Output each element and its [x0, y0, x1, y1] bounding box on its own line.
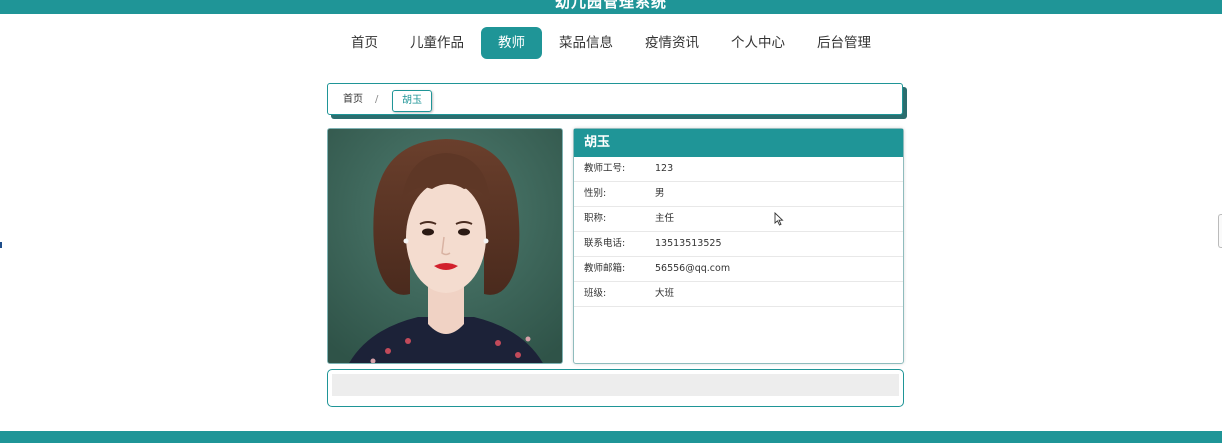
site-title: 幼儿园管理系统 [554, 0, 667, 11]
breadcrumb-home-link[interactable]: 首页 [343, 84, 363, 116]
info-value: 123 [655, 163, 674, 174]
nav-item-menu-info[interactable]: 菜品信息 [544, 27, 628, 59]
teacher-name-heading: 胡玉 [574, 129, 903, 157]
teacher-photo [327, 128, 563, 364]
info-row-class: 班级: 大班 [574, 282, 903, 307]
info-value: 男 [655, 188, 665, 199]
info-row-teacher-id: 教师工号: 123 [574, 157, 903, 182]
detail-content-box [327, 369, 904, 407]
info-label: 职称: [584, 213, 607, 224]
mouse-pointer-icon [774, 212, 784, 226]
nav-item-personal-center[interactable]: 个人中心 [716, 27, 800, 59]
nav-item-epidemic-news[interactable]: 疫情资讯 [630, 27, 714, 59]
info-row-phone: 联系电话: 13513513525 [574, 232, 903, 257]
footer-bar [0, 431, 1222, 443]
main-nav: 首页 儿童作品 教师 菜品信息 疫情资讯 个人中心 后台管理 [0, 27, 1222, 59]
info-label: 教师工号: [584, 163, 626, 174]
info-row-title: 职称: 主任 [574, 207, 903, 232]
info-row-gender: 性别: 男 [574, 182, 903, 207]
scroll-handle[interactable] [1218, 214, 1222, 248]
info-value: 大班 [655, 288, 675, 299]
teacher-portrait-image [328, 129, 562, 363]
nav-item-home[interactable]: 首页 [336, 27, 393, 59]
breadcrumb-separator: / [375, 94, 379, 105]
breadcrumb-current: 胡玉 [392, 90, 432, 112]
info-label: 性别: [584, 188, 607, 199]
info-value: 56556@qq.com [655, 263, 731, 274]
detail-content-area [332, 374, 899, 396]
nav-item-children-works[interactable]: 儿童作品 [395, 27, 479, 59]
nav-item-admin[interactable]: 后台管理 [802, 27, 886, 59]
info-label: 班级: [584, 288, 607, 299]
nav-item-teachers[interactable]: 教师 [481, 27, 542, 59]
info-row-email: 教师邮箱: 56556@qq.com [574, 257, 903, 282]
info-value: 13513513525 [655, 238, 722, 249]
info-value: 主任 [655, 213, 675, 224]
top-header-bar: 幼儿园管理系统 [0, 0, 1222, 14]
teacher-info-card: 胡玉 教师工号: 123 性别: 男 职称: 主任 联系电话: 13513513… [573, 128, 904, 364]
breadcrumb: 首页 / 胡玉 [327, 83, 903, 115]
info-label: 教师邮箱: [584, 263, 626, 274]
left-edge-marker [0, 242, 2, 248]
info-label: 联系电话: [584, 238, 626, 249]
